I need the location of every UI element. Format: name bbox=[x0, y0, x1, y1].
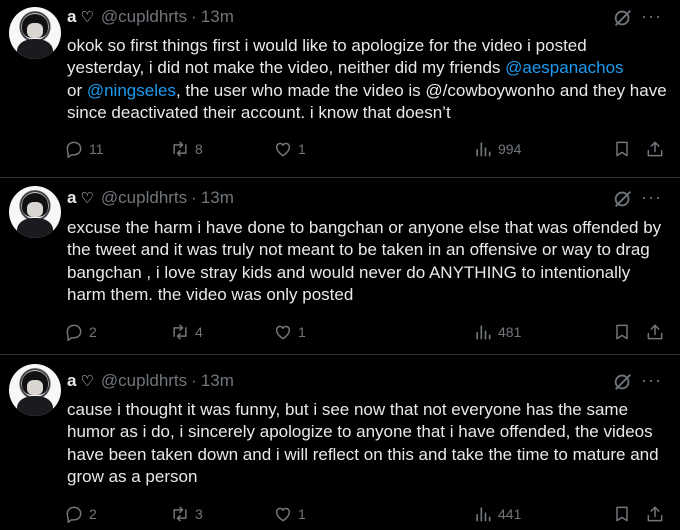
tweet-header: a ♡ @cupldhrts · 13m bbox=[67, 6, 234, 28]
bookmark-button[interactable] bbox=[612, 502, 632, 526]
reply-count: 2 bbox=[89, 506, 97, 522]
tweet-text: excuse the harm i have done to bangchan … bbox=[67, 218, 662, 304]
tweet-header: a ♡ @cupldhrts · 13m bbox=[67, 187, 234, 209]
separator-dot: · bbox=[191, 188, 197, 207]
author-name[interactable]: a bbox=[67, 371, 76, 391]
tweet[interactable]: a ♡ @cupldhrts · 13m ··· cause i thought… bbox=[0, 355, 680, 530]
author-name[interactable]: a bbox=[67, 188, 76, 208]
timestamp[interactable]: 13m bbox=[201, 371, 234, 391]
repost-count: 3 bbox=[195, 506, 203, 522]
share-icon bbox=[647, 324, 663, 340]
like-button[interactable]: 1 bbox=[273, 137, 306, 161]
views-button[interactable]: 441 bbox=[473, 502, 521, 526]
repost-icon bbox=[173, 141, 187, 157]
reply-button[interactable]: 11 bbox=[64, 137, 104, 161]
author-name[interactable]: a bbox=[67, 7, 76, 27]
grok-icon[interactable] bbox=[612, 188, 634, 210]
heart-emoji: ♡ bbox=[80, 373, 94, 390]
reply-icon bbox=[66, 324, 82, 342]
avatar[interactable] bbox=[9, 186, 61, 238]
repost-count: 8 bbox=[195, 141, 203, 157]
tweet[interactable]: a ♡ @cupldhrts · 13m ··· okok so first t… bbox=[0, 0, 680, 178]
tweet-actions: 2 4 1 481 bbox=[64, 320, 670, 344]
grok-icon[interactable] bbox=[612, 7, 634, 29]
repost-button[interactable]: 3 bbox=[170, 502, 203, 526]
reply-icon bbox=[66, 141, 82, 159]
bookmark-button[interactable] bbox=[612, 137, 632, 161]
repost-button[interactable]: 8 bbox=[170, 137, 203, 161]
mention-link[interactable]: @ningseles bbox=[87, 81, 176, 100]
author-handle[interactable]: @cupldhrts bbox=[101, 7, 187, 27]
like-count: 1 bbox=[298, 324, 306, 340]
reply-count: 2 bbox=[89, 324, 97, 340]
reply-button[interactable]: 2 bbox=[64, 502, 97, 526]
like-count: 1 bbox=[298, 141, 306, 157]
bookmark-icon bbox=[616, 324, 628, 340]
more-icon[interactable]: ··· bbox=[641, 370, 662, 391]
author-handle[interactable]: @cupldhrts bbox=[101, 188, 187, 208]
share-button[interactable] bbox=[645, 502, 665, 526]
share-button[interactable] bbox=[645, 320, 665, 344]
tweet-text: okok so first things first i would like … bbox=[67, 36, 667, 122]
like-button[interactable]: 1 bbox=[273, 320, 306, 344]
timestamp[interactable]: 13m bbox=[201, 188, 234, 208]
views-button[interactable]: 481 bbox=[473, 320, 521, 344]
more-icon[interactable]: ··· bbox=[641, 6, 662, 27]
views-count: 441 bbox=[498, 506, 522, 522]
bookmark-icon bbox=[616, 141, 628, 157]
views-icon bbox=[476, 507, 491, 522]
reply-count: 11 bbox=[89, 141, 104, 157]
like-icon bbox=[275, 507, 291, 522]
heart-emoji: ♡ bbox=[80, 190, 94, 207]
reply-button[interactable]: 2 bbox=[64, 320, 97, 344]
avatar[interactable] bbox=[9, 364, 61, 416]
separator-dot: · bbox=[191, 371, 197, 390]
more-icon[interactable]: ··· bbox=[641, 187, 662, 208]
like-icon bbox=[275, 142, 291, 157]
mention-link[interactable]: @aespanachos bbox=[505, 58, 623, 77]
repost-icon bbox=[173, 506, 187, 522]
like-icon bbox=[275, 325, 291, 340]
tweet-actions: 2 3 1 441 bbox=[64, 502, 670, 526]
repost-button[interactable]: 4 bbox=[170, 320, 203, 344]
like-count: 1 bbox=[298, 506, 306, 522]
views-button[interactable]: 994 bbox=[473, 137, 521, 161]
timestamp[interactable]: 13m bbox=[201, 7, 234, 27]
avatar[interactable] bbox=[9, 7, 61, 59]
bookmark-icon bbox=[616, 506, 628, 522]
share-icon bbox=[647, 506, 663, 522]
bookmark-button[interactable] bbox=[612, 320, 632, 344]
tweet-header: a ♡ @cupldhrts · 13m bbox=[67, 370, 234, 392]
tweet-feed: a ♡ @cupldhrts · 13m ··· okok so first t… bbox=[0, 0, 680, 530]
grok-icon[interactable] bbox=[612, 371, 634, 393]
repost-icon bbox=[173, 324, 187, 340]
repost-count: 4 bbox=[195, 324, 203, 340]
views-count: 481 bbox=[498, 324, 522, 340]
views-icon bbox=[476, 142, 491, 157]
tweet-actions: 11 8 1 994 bbox=[64, 137, 670, 161]
reply-icon bbox=[66, 506, 82, 524]
views-count: 994 bbox=[498, 141, 522, 157]
share-button[interactable] bbox=[645, 137, 665, 161]
tweet-text: cause i thought it was funny, but i see … bbox=[67, 400, 659, 486]
tweet[interactable]: a ♡ @cupldhrts · 13m ··· excuse the harm… bbox=[0, 178, 680, 354]
views-icon bbox=[476, 325, 491, 340]
heart-emoji: ♡ bbox=[80, 9, 94, 26]
like-button[interactable]: 1 bbox=[273, 502, 306, 526]
share-icon bbox=[647, 141, 663, 157]
separator-dot: · bbox=[191, 7, 197, 26]
author-handle[interactable]: @cupldhrts bbox=[101, 371, 187, 391]
